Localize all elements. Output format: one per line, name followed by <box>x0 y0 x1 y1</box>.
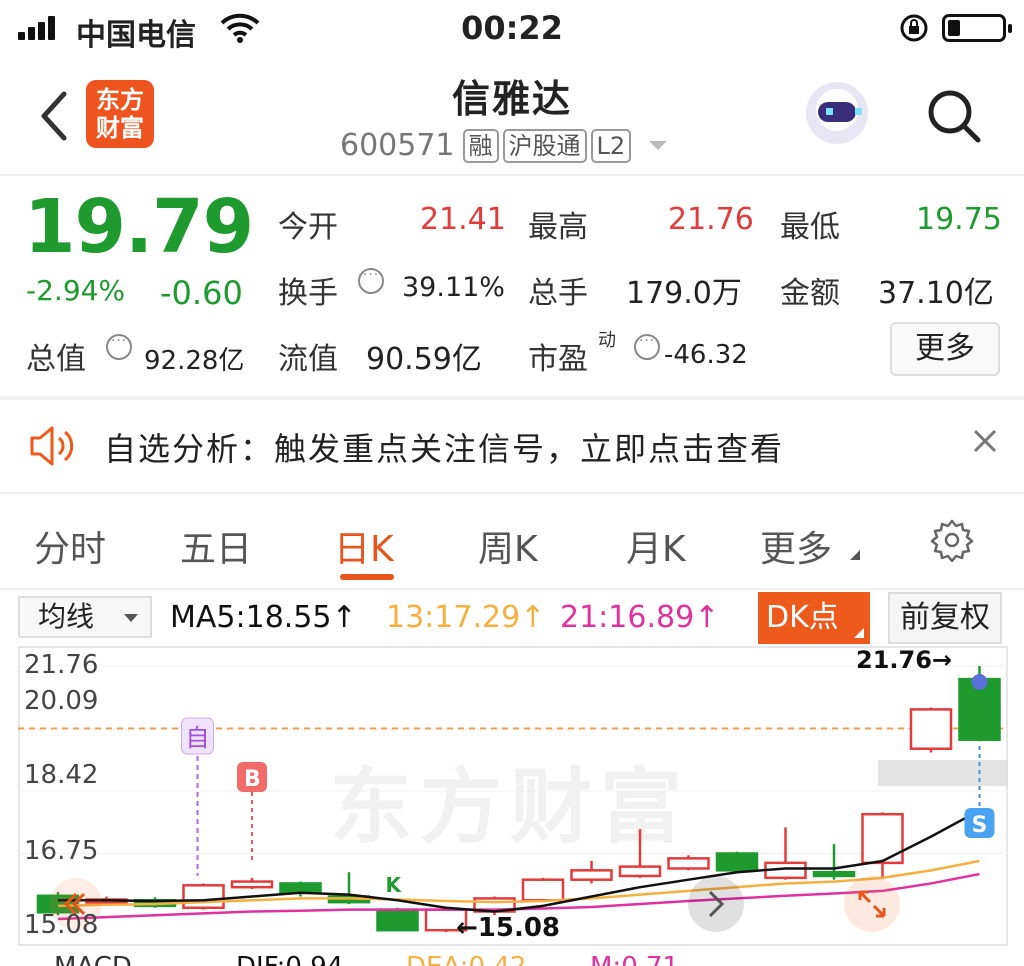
macd-label: MACD <box>54 952 132 966</box>
ma21-readout: 21:16.89↑ <box>560 600 720 635</box>
candle-body <box>279 882 322 895</box>
status-bar: 中国电信 00:22 <box>0 0 1024 56</box>
turnover-info-icon[interactable]: ··· <box>358 268 384 294</box>
close-icon[interactable] <box>970 426 1000 456</box>
tab-intraday[interactable]: 分时 <box>34 520 106 572</box>
rotation-lock-icon <box>900 14 928 42</box>
open-value: 21.41 <box>420 202 506 237</box>
buy-marker-text: B <box>244 767 261 792</box>
tab-weekly-k[interactable]: 周K <box>478 520 538 572</box>
candle-body <box>570 869 613 881</box>
chart-period-tabs: 分时 五日 日K 周K 月K 更多 <box>0 502 1024 588</box>
tabs-divider <box>0 588 1024 590</box>
battery-icon <box>942 14 1012 42</box>
candlestick-chart[interactable]: 21.76→ ←15.08 自 B S K <box>18 646 1008 946</box>
stock-name: 信雅达 <box>451 77 572 121</box>
chevron-down-icon[interactable] <box>649 141 668 150</box>
tab-five-day[interactable]: 五日 <box>180 520 252 572</box>
volume-value: 179.0万 <box>626 276 742 311</box>
last-price: 19.79 <box>24 184 254 270</box>
high-label: 最高 <box>528 210 588 245</box>
change-amount: -0.60 <box>160 274 243 312</box>
active-tab-underline <box>340 574 394 580</box>
stock-subtitle: 600571 融 沪股通 L2 <box>340 128 668 163</box>
float-cap-value: 90.59亿 <box>366 342 482 377</box>
turnover-label: 换手 <box>278 276 338 311</box>
candle-body <box>909 708 953 750</box>
pe-label: 市盈 <box>528 342 588 377</box>
low-label: 最低 <box>780 210 840 245</box>
candle-body <box>861 812 904 865</box>
stock-header: 东方 财富 信雅达 600571 融 沪股通 L2 <box>0 56 1024 174</box>
macd-strip: MACD DIF:0.94 DEA:0.42 M:0.71 <box>0 946 1024 966</box>
turnover-value: 39.11% <box>402 272 505 303</box>
pe-value: -46.32 <box>664 340 748 370</box>
k-marker-text: K <box>386 873 403 897</box>
candle-body <box>812 870 856 878</box>
market-cap-value: 92.28亿 <box>144 346 245 376</box>
search-icon[interactable] <box>924 86 984 146</box>
watchlist-notice[interactable]: 自选分析：触发重点关注信号，立即点击查看 <box>0 400 1024 492</box>
candle-body <box>230 880 274 889</box>
market-cap-info-icon[interactable]: ··· <box>106 334 132 360</box>
y-tick-label: 15.08 <box>24 910 99 940</box>
macd-dea: DEA:0.42 <box>406 952 526 966</box>
low-price-label: ←15.08 <box>456 913 560 943</box>
y-tick-label: 20.09 <box>24 686 99 716</box>
pe-dynamic-superscript: 动 <box>598 330 616 351</box>
self-marker-text: 自 <box>186 724 210 752</box>
more-tab-caret-icon <box>850 550 860 560</box>
gear-icon[interactable] <box>930 518 974 562</box>
candle-body <box>618 865 662 878</box>
pe-info-icon[interactable]: ··· <box>634 334 660 360</box>
y-tick-label: 18.42 <box>24 760 99 790</box>
pressure-zone <box>878 760 1008 786</box>
notice-text: 自选分析：触发重点关注信号，立即点击查看 <box>104 430 785 468</box>
low-value: 19.75 <box>916 202 1002 237</box>
notice-divider <box>0 492 1024 494</box>
status-time: 00:22 <box>461 9 563 47</box>
ma5-readout: MA5:18.55↑ <box>170 600 357 635</box>
level2-tag: L2 <box>590 128 632 163</box>
speaker-icon <box>30 426 74 466</box>
tab-monthly-k[interactable]: 月K <box>626 520 686 572</box>
y-tick-label: 16.75 <box>24 836 99 866</box>
candle-body <box>521 878 565 902</box>
high-price-label: 21.76→ <box>856 646 952 674</box>
volume-label: 总手 <box>528 276 588 311</box>
adjust-price-button[interactable]: 前复权 <box>888 592 1002 644</box>
next-button-bg <box>688 876 744 932</box>
tab-daily-k[interactable]: 日K <box>334 520 394 572</box>
assistant-robot-icon[interactable] <box>806 82 868 144</box>
connect-tag: 沪股通 <box>502 128 587 163</box>
candle-body <box>182 884 225 910</box>
candle-body <box>715 852 759 872</box>
high-value: 21.76 <box>668 202 754 237</box>
stock-code: 600571 <box>340 128 455 163</box>
sell-point-dot <box>971 674 988 690</box>
quote-panel: 19.79 -2.94% -0.60 今开 21.41 最高 21.76 最低 … <box>0 176 1024 396</box>
ma13-readout: 13:17.29↑ <box>386 600 546 635</box>
tab-more[interactable]: 更多 <box>760 520 832 572</box>
y-tick-label: 21.76 <box>24 650 99 680</box>
sell-marker-text: S <box>972 813 988 838</box>
macd-dif: DIF:0.94 <box>236 952 343 966</box>
dk-point-button[interactable]: DK点 <box>758 592 870 644</box>
market-cap-label: 总值 <box>26 342 86 377</box>
float-cap-label: 流值 <box>278 342 338 377</box>
expand-button-bg <box>844 876 900 932</box>
change-percent: -2.94% <box>26 274 126 307</box>
macd-m: M:0.71 <box>590 952 679 966</box>
open-label: 今开 <box>278 210 338 245</box>
candle-body <box>667 857 710 870</box>
ma-type-select[interactable]: 均线 <box>18 596 152 638</box>
candle-body <box>376 908 419 932</box>
amount-value: 37.10亿 <box>878 276 994 311</box>
margin-tag: 融 <box>462 128 499 163</box>
amount-label: 金额 <box>780 276 840 311</box>
more-quote-button[interactable]: 更多 <box>890 322 1000 376</box>
